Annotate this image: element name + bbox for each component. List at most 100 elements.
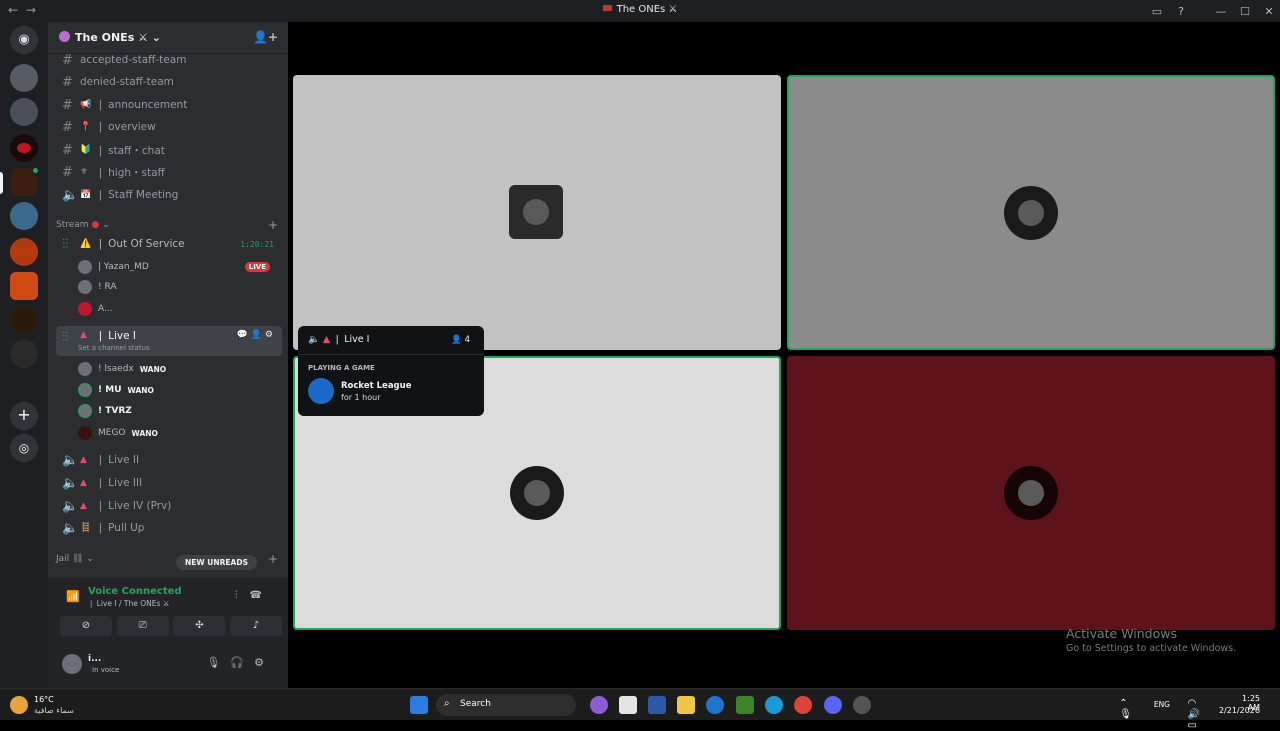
server-icon-the-ones[interactable]: [10, 166, 40, 196]
server-icon-8[interactable]: [10, 340, 38, 368]
user-status: In voice: [92, 666, 120, 674]
minimize-button[interactable]: —: [1210, 5, 1232, 18]
voice-user[interactable]: ! RA: [78, 278, 278, 296]
server-icon-3[interactable]: [10, 134, 38, 162]
explore-icon[interactable]: ◎: [10, 434, 38, 462]
avatar: [78, 383, 92, 397]
app-icon[interactable]: [853, 696, 871, 714]
avatar: [78, 302, 92, 316]
avatar: [78, 404, 92, 418]
voice-user[interactable]: ! TVRZ: [78, 402, 278, 420]
channel-high-staff[interactable]: # ⚜ ❘ high・staff: [56, 162, 282, 182]
title-bar: ←→ The ONEs ⚔ ▭ ? — ☐ ✕: [0, 0, 1280, 22]
shield-icon[interactable]: [648, 696, 666, 714]
discord-home-icon[interactable]: ◉: [10, 26, 38, 54]
channel-denied-staff-team[interactable]: # denied-staff-team: [56, 72, 282, 92]
activities-button[interactable]: ✣: [173, 616, 226, 636]
noise-suppression-icon[interactable]: ⫶: [235, 590, 250, 601]
new-unreads-button[interactable]: NEW UNREADS: [176, 555, 257, 570]
channel-staff-meeting[interactable]: 🔈 📅 ❘ Staff Meeting: [56, 185, 282, 205]
avatar: [78, 260, 92, 274]
chevron-up-icon[interactable]: ⌃: [1119, 698, 1135, 709]
avatar: [1004, 466, 1058, 520]
speaker-icon: 🔈: [62, 452, 79, 468]
voice-channel-live-4[interactable]: 🔈 ▲ ❘ Live IV (Prv): [56, 496, 282, 516]
voice-panel: 📶 Voice Connected ❘ Live I / The ONEs ⚔ …: [48, 578, 288, 688]
video-tile-2[interactable]: [787, 75, 1275, 350]
voice-user[interactable]: ! MU WANO: [78, 381, 278, 399]
soundboard-button[interactable]: ♪: [229, 616, 282, 636]
video-tile-4[interactable]: [787, 356, 1275, 630]
camera-off-button[interactable]: ⊘: [60, 616, 112, 636]
add-server-icon[interactable]: +: [10, 402, 38, 430]
microphone-icon[interactable]: 🎙: [206, 656, 230, 669]
server-icon-6[interactable]: [10, 272, 38, 300]
maximize-button[interactable]: ☐: [1234, 5, 1256, 18]
voice-connected-status[interactable]: Voice Connected: [88, 586, 182, 597]
channel-actions[interactable]: 💬👤⚙: [237, 330, 276, 340]
chrome-icon[interactable]: [794, 696, 812, 714]
channel-accepted-staff-team[interactable]: # accepted-staff-team: [56, 50, 282, 70]
battery-icon[interactable]: ▭: [1188, 720, 1203, 731]
avatar: [1004, 186, 1058, 240]
channel-overview[interactable]: # 📍 ❘ overview: [56, 117, 282, 137]
screen-share-button[interactable]: ⎚: [116, 616, 169, 636]
wifi-icon[interactable]: ◠: [1188, 698, 1203, 709]
username[interactable]: i...: [88, 654, 101, 664]
microphone-icon[interactable]: 🎙: [1119, 709, 1140, 720]
minecraft-icon[interactable]: [736, 696, 754, 714]
voice-channel-live-2[interactable]: 🔈 ▲ ❘ Live II: [56, 450, 282, 470]
avatar[interactable]: [62, 654, 82, 674]
windows-start-icon[interactable]: [410, 696, 428, 714]
voice-user[interactable]: ! lsaedx WANO: [78, 360, 278, 378]
signal-icon[interactable]: 📶: [66, 590, 80, 603]
weather-icon: [10, 696, 28, 714]
server-flag-icon: [602, 5, 612, 11]
rocket-league-icon: [308, 378, 334, 404]
server-icon-5[interactable]: [10, 238, 38, 266]
disconnect-icon[interactable]: ☎: [250, 590, 274, 601]
server-icon-7[interactable]: [10, 306, 38, 334]
help-icon[interactable]: ?: [1170, 5, 1192, 18]
voice-channel-live-1[interactable]: ⫶⫶ ▲ ❘ Live I Set a channel status 💬👤⚙: [56, 326, 282, 356]
selected-server-pill: [0, 172, 3, 194]
voice-user[interactable]: | Yazan_MD LIVE: [78, 258, 278, 276]
language-indicator[interactable]: ENG: [1154, 700, 1170, 709]
folder-icon[interactable]: [677, 696, 695, 714]
close-button[interactable]: ✕: [1258, 5, 1280, 18]
server-icon-1[interactable]: [10, 64, 38, 92]
speaker-icon: 🔈: [62, 187, 79, 203]
server-icon-2[interactable]: [10, 98, 38, 126]
copilot-icon[interactable]: [590, 696, 608, 714]
channel-staff-chat[interactable]: # 🔰 ❘ staff・chat: [56, 140, 282, 160]
server-list: ◉ + ◎: [0, 22, 48, 688]
voice-channel-pull-up[interactable]: 🔈 🪜 ❘ Pull Up: [56, 518, 282, 538]
store-icon[interactable]: [619, 696, 637, 714]
volume-icon[interactable]: 🔊: [1188, 709, 1206, 720]
voice-channel-live-3[interactable]: 🔈 ▲ ❘ Live III: [56, 473, 282, 493]
settings-app-icon[interactable]: [706, 696, 724, 714]
taskbar: 16°C سماء صافية ⌕ Search ⌃🎙 ENG ◠🔊▭ 1:25 …: [0, 688, 1280, 731]
server-icon-4[interactable]: [10, 202, 38, 230]
edge-icon[interactable]: [765, 696, 783, 714]
ladder-icon: 🪜: [80, 523, 92, 533]
clock-date[interactable]: 2/21/2026: [1219, 706, 1260, 715]
voice-channel-out-of-service[interactable]: ⫶⫶ ⚠️ ❘ Out Of Service 1:20:21: [56, 234, 282, 254]
discord-icon[interactable]: [824, 696, 842, 714]
avatar: [510, 466, 564, 520]
gear-icon[interactable]: ⚙: [254, 656, 274, 669]
voice-user[interactable]: MEGO WANO: [78, 424, 278, 442]
voice-location[interactable]: ❘ Live I / The ONEs ⚔: [88, 599, 169, 608]
avatar: [78, 280, 92, 294]
add-channel-icon[interactable]: +: [268, 552, 278, 566]
video-tile-1[interactable]: [293, 75, 781, 350]
invite-icon[interactable]: 👤+: [253, 30, 278, 44]
add-channel-icon[interactable]: +: [268, 218, 278, 232]
inbox-icon[interactable]: ▭: [1146, 5, 1168, 18]
channel-announcement[interactable]: # 📢 ❘ announcement: [56, 95, 282, 115]
search-box[interactable]: ⌕ Search: [436, 694, 576, 716]
server-icon-9[interactable]: [10, 368, 38, 396]
category-stream[interactable]: Stream ● ⌄ +: [56, 218, 282, 232]
headphones-icon[interactable]: 🎧: [230, 656, 254, 669]
voice-user[interactable]: A...: [78, 300, 278, 318]
